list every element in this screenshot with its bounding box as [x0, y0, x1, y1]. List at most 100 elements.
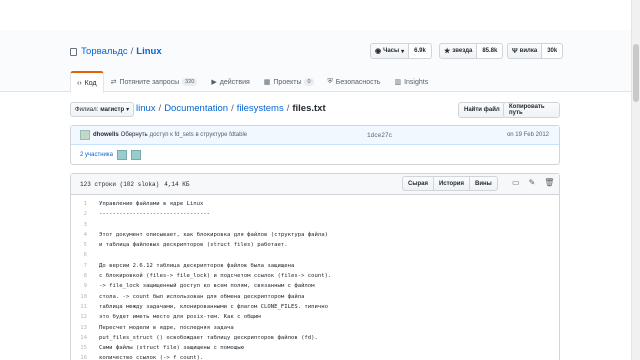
repo-title-separator: / [130, 46, 134, 57]
line-number[interactable]: 5 [71, 240, 95, 250]
watch-caret-icon: ▾ [401, 48, 405, 55]
breadcrumb-documentation[interactable]: Documentation [164, 103, 228, 114]
breadcrumb-root[interactable]: linux [136, 103, 156, 114]
code-line: 9 -> file_lock защищенный доступ ко всем … [71, 281, 559, 291]
line-text: Этот документ описывает, как блокировка … [99, 231, 329, 238]
fork-label: вилка [519, 48, 538, 54]
line-number[interactable]: 1 [71, 199, 95, 209]
tab-insights[interactable]: ▥ Insights [387, 71, 435, 92]
line-number[interactable]: 11 [71, 302, 95, 312]
code-line: 13 Пересчет модели в ядре, последняя зада… [71, 323, 559, 333]
fork-button[interactable]: Ψвилка [507, 43, 543, 59]
star-count[interactable]: 85.8k [477, 43, 504, 59]
contributor-avatar[interactable] [116, 150, 127, 160]
scrollbar-thumb[interactable] [633, 44, 639, 102]
line-text: таблица между задачами, клонированными с… [99, 303, 329, 310]
branch-prefix: Филиал: [75, 106, 99, 113]
code-line: 1 Управление файлами в ядре Linux [71, 199, 559, 209]
tab-code-label: Код [84, 79, 97, 87]
line-number[interactable]: 13 [71, 323, 95, 333]
repo-book-icon [70, 47, 77, 56]
file-view-buttons: Сырая История Вины [402, 176, 498, 191]
file-size: 4,14 КБ [164, 181, 190, 188]
commit-action[interactable]: Обернуть [121, 132, 148, 138]
graph-icon: ▥ [394, 79, 402, 86]
fork-icon: Ψ [512, 47, 518, 55]
line-number[interactable]: 3 [71, 220, 95, 230]
code-line: 15 Сами файлы (struct file) защищены с по… [71, 343, 559, 353]
tab-projects-label: Проекты [273, 78, 302, 86]
repo-owner-link[interactable]: Торвальдс [81, 46, 128, 57]
line-number[interactable]: 2 [71, 209, 95, 219]
repo-name-link[interactable]: Linux [136, 46, 161, 57]
find-file-button[interactable]: Найти файл [458, 102, 506, 118]
code-line: 3 [71, 220, 559, 230]
line-number[interactable]: 8 [71, 271, 95, 281]
line-number[interactable]: 7 [71, 261, 95, 271]
history-button[interactable]: История [432, 176, 470, 191]
desktop-icon[interactable]: ▭ [512, 178, 520, 187]
eye-icon: ◉ [375, 48, 382, 55]
star-icon: ★ [444, 48, 451, 55]
star-button[interactable]: ★ звезда [439, 43, 478, 59]
watch-count[interactable]: 6.9k [409, 43, 432, 59]
commit-sha[interactable]: 1dce27c [367, 132, 392, 139]
tab-code[interactable]: ‹› Код [70, 71, 104, 93]
blame-button[interactable]: Вины [469, 176, 498, 191]
breadcrumb-separator: / [286, 103, 290, 114]
tab-pull-requests[interactable]: ⇄ Потяните запросы 320 [104, 71, 205, 92]
copy-path-button[interactable]: Копировать путь [503, 102, 560, 118]
line-number[interactable]: 6 [71, 250, 95, 260]
tab-actions[interactable]: ▶ действия [204, 71, 256, 92]
line-number[interactable]: 15 [71, 343, 95, 353]
repo-tabs: ‹› Код ⇄ Потяните запросы 320 ▶ действия ▦ Пр… [70, 71, 435, 93]
tab-security-label: Безопасность [335, 78, 381, 86]
tab-security[interactable]: ⛨ Безопасность [321, 71, 388, 92]
shield-icon: ⛨ [327, 78, 333, 85]
contributor-avatar[interactable] [130, 150, 141, 160]
raw-button[interactable]: Сырая [402, 176, 434, 191]
line-text: это будет иметь место для posix-тем. Как… [99, 314, 261, 321]
line-text: и таблица файловых дескрипторов (struct … [99, 242, 288, 249]
file-viewer: 123 строки (102 sloka) 4,14 КБ Сырая Ист… [70, 173, 560, 360]
pencil-icon[interactable]: ✎ [529, 178, 536, 187]
tab-actions-label: действия [219, 78, 250, 86]
code-line: 11 таблица между задачами, клонированными… [71, 302, 559, 312]
page-scrollbar[interactable] [631, 0, 640, 360]
contributors-link[interactable]: 2 участника [80, 152, 113, 158]
tab-insights-label: Insights [404, 78, 429, 86]
fork-action: Ψвилка 30k [507, 43, 564, 59]
breadcrumb-separator: / [158, 103, 162, 114]
watch-label: Часы [383, 48, 400, 54]
author-avatar[interactable] [80, 130, 90, 140]
breadcrumb-filesystems[interactable]: filesystems [237, 103, 284, 114]
line-number[interactable]: 12 [71, 312, 95, 322]
line-text: До версии 2.6.12 таблица дескрипторов фа… [99, 262, 295, 269]
code-line: 10 стола. -> count был использован для об… [71, 292, 559, 302]
code-line: 2 --------------------------------- [71, 209, 559, 219]
line-number[interactable]: 16 [71, 353, 95, 360]
code-line: 6 [71, 250, 559, 260]
code-line: 8 с блокировкой (files-> file_lock) и под… [71, 271, 559, 281]
file-navigation: Филиал: магистр ▾ linux / Documentation / fi… [70, 102, 560, 118]
commit-message[interactable]: доступ к fd_sets в структуре fdtable [150, 132, 248, 138]
watch-button[interactable]: ◉ Часы ▾ [370, 43, 410, 59]
star-label: звезда [452, 48, 473, 54]
branch-selector[interactable]: Филиал: магистр ▾ [70, 102, 135, 117]
code-icon: ‹› [77, 79, 82, 87]
commit-author[interactable]: dhowells [93, 132, 119, 138]
line-number[interactable]: 10 [71, 292, 95, 302]
file-info: 123 строки (102 sloka) 4,14 КБ [80, 181, 189, 188]
contributors-row: 2 участника [71, 145, 559, 165]
tab-projects[interactable]: ▦ Проекты 0 [257, 71, 321, 92]
line-text: put_files_struct () освобождает таблицу … [99, 334, 318, 341]
line-text: Сами файлы (struct file) защищены с помо… [99, 345, 244, 352]
fork-count[interactable]: 30k [542, 43, 564, 59]
line-number[interactable]: 9 [71, 281, 95, 291]
commit-date: on 19 Feb 2012 [506, 132, 549, 138]
line-text: Пересчет модели в ядре, последняя задача [99, 324, 234, 331]
trash-icon[interactable]: 🗑 [544, 178, 554, 187]
line-number[interactable]: 14 [71, 333, 95, 343]
line-number[interactable]: 4 [71, 230, 95, 240]
branch-name: магистр [100, 106, 125, 113]
